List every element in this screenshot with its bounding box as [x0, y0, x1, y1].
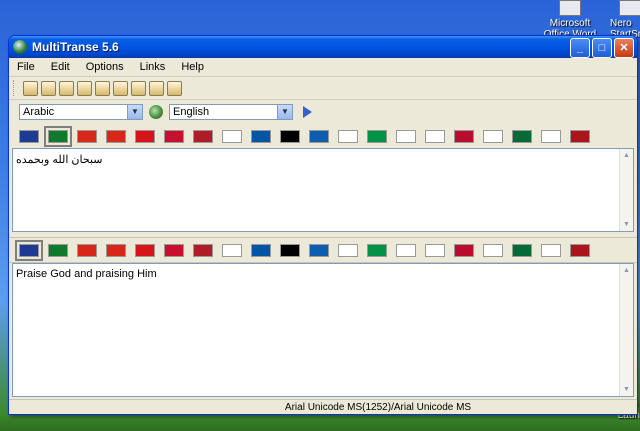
toolbar — [9, 77, 637, 100]
flag-tw-icon[interactable] — [106, 129, 126, 143]
close-button[interactable]: ✕ — [614, 38, 634, 58]
flag-no-icon[interactable] — [454, 129, 474, 143]
flag-dk-icon[interactable] — [164, 243, 184, 257]
flag-no-icon[interactable] — [454, 243, 474, 257]
flag-es-icon[interactable] — [570, 243, 590, 257]
language-bar: Arabic ▼ English ▼ — [9, 100, 637, 124]
flag-il-icon[interactable] — [338, 243, 358, 257]
word-shortcut-icon — [559, 0, 581, 16]
target-language-select[interactable]: English ▼ — [169, 104, 293, 120]
menu-file[interactable]: File — [9, 61, 43, 73]
find-icon[interactable] — [77, 80, 92, 96]
save-icon[interactable] — [59, 80, 74, 96]
target-text-area[interactable]: Praise God and praising Him ▲ ▼ — [12, 263, 634, 397]
toolbar-grip[interactable] — [13, 80, 17, 96]
window-title: MultiTranse 5.6 — [32, 40, 119, 54]
flag-sa-icon[interactable] — [48, 243, 68, 257]
flag-dk-icon[interactable] — [164, 129, 184, 143]
print-icon[interactable] — [113, 80, 128, 96]
flag-jp-icon[interactable] — [396, 243, 416, 257]
target-flag-row — [9, 237, 637, 263]
status-bar: Arial Unicode MS(1252)/Arial Unicode MS — [9, 399, 637, 414]
new-icon[interactable] — [23, 80, 38, 96]
speak-icon[interactable] — [167, 80, 182, 96]
flag-tw-icon[interactable] — [106, 243, 126, 257]
flag-kr-icon[interactable] — [425, 129, 445, 143]
chevron-down-icon[interactable]: ▼ — [277, 105, 292, 119]
flag-kr-icon[interactable] — [425, 243, 445, 257]
flag-uk-icon[interactable] — [19, 129, 39, 143]
app-icon — [13, 40, 27, 54]
source-language-select[interactable]: Arabic ▼ — [19, 104, 143, 120]
chevron-down-icon[interactable]: ▼ — [127, 105, 142, 119]
flag-pl-icon[interactable] — [483, 129, 503, 143]
flag-fr-icon[interactable] — [251, 243, 271, 257]
flag-sa-icon[interactable] — [44, 125, 72, 147]
flag-de-icon[interactable] — [280, 243, 300, 257]
flag-gr-icon[interactable] — [309, 129, 329, 143]
scroll-up-icon[interactable]: ▲ — [620, 149, 633, 162]
flag-it-icon[interactable] — [367, 129, 387, 143]
clear-icon[interactable] — [149, 80, 164, 96]
flag-de-icon[interactable] — [280, 129, 300, 143]
copy-icon[interactable] — [95, 80, 110, 96]
flag-it-icon[interactable] — [367, 243, 387, 257]
flag-fr-icon[interactable] — [251, 129, 271, 143]
flag-cz-icon[interactable] — [135, 129, 155, 143]
flag-cn-icon[interactable] — [77, 243, 97, 257]
flag-jp-icon[interactable] — [396, 129, 416, 143]
flag-fi-icon[interactable] — [222, 129, 242, 143]
scroll-down-icon[interactable]: ▼ — [620, 218, 633, 231]
paste-icon[interactable] — [131, 80, 146, 96]
target-language-value: English — [173, 106, 210, 118]
status-text: Arial Unicode MS(1252)/Arial Unicode MS — [284, 401, 472, 413]
flag-pt-icon[interactable] — [512, 243, 532, 257]
flag-pt-icon[interactable] — [512, 129, 532, 143]
source-scrollbar[interactable]: ▲ ▼ — [619, 149, 633, 231]
swap-languages-icon[interactable] — [149, 105, 163, 119]
flag-cz-icon[interactable] — [135, 243, 155, 257]
flag-nl-icon[interactable] — [193, 243, 213, 257]
desktop-icon-nero[interactable]: Nero StartSm — [610, 0, 640, 40]
scroll-up-icon[interactable]: ▲ — [620, 264, 633, 277]
source-flag-row — [9, 124, 637, 148]
target-text: Praise God and praising Him — [16, 268, 157, 280]
flag-gr-icon[interactable] — [309, 243, 329, 257]
minimize-button[interactable]: _ — [570, 38, 590, 58]
source-text-area[interactable]: سبحان الله وبحمده ▲ ▼ — [12, 148, 634, 232]
flag-cn-icon[interactable] — [77, 129, 97, 143]
translate-arrow-icon[interactable] — [303, 106, 312, 118]
flag-ru-icon[interactable] — [541, 243, 561, 257]
flag-il-icon[interactable] — [338, 129, 358, 143]
menu-links[interactable]: Links — [132, 61, 174, 73]
flag-nl-icon[interactable] — [193, 129, 213, 143]
app-window: MultiTranse 5.6 _ □ ✕ File Edit Options … — [8, 35, 638, 415]
menu-options[interactable]: Options — [78, 61, 132, 73]
flag-ru-icon[interactable] — [541, 129, 561, 143]
scroll-down-icon[interactable]: ▼ — [620, 383, 633, 396]
maximize-button[interactable]: □ — [592, 38, 612, 58]
flag-pl-icon[interactable] — [483, 243, 503, 257]
source-text: سبحان الله وبحمده — [16, 154, 103, 166]
flag-uk-icon[interactable] — [15, 239, 43, 261]
title-bar[interactable]: MultiTranse 5.6 _ □ ✕ — [9, 36, 637, 58]
flag-es-icon[interactable] — [570, 129, 590, 143]
target-scrollbar[interactable]: ▲ ▼ — [619, 264, 633, 396]
menu-help[interactable]: Help — [173, 61, 212, 73]
open-icon[interactable] — [41, 80, 56, 96]
flag-fi-icon[interactable] — [222, 243, 242, 257]
menu-edit[interactable]: Edit — [43, 61, 78, 73]
menu-bar: File Edit Options Links Help — [9, 58, 637, 77]
nero-shortcut-icon — [619, 0, 640, 16]
source-language-value: Arabic — [23, 106, 55, 118]
